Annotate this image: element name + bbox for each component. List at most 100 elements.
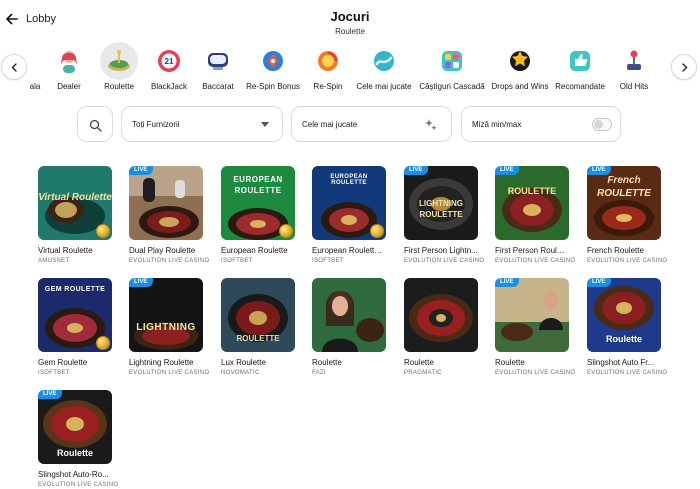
game-provider: EVOLUTION LIVE CASINO — [129, 370, 210, 376]
live-badge: LIVE — [129, 278, 154, 287]
game-tile[interactable]: Roulette FAZI — [312, 278, 386, 376]
game-provider: EVOLUTION LIVE CASINO — [587, 370, 668, 376]
game-name: Roulette — [495, 358, 525, 367]
category-item-roulette[interactable]: Roulette — [99, 42, 139, 91]
top-header: Lobby Jocuri Roulette — [0, 0, 700, 42]
game-provider: ISOFTBET — [221, 258, 253, 264]
game-tile[interactable]: French ROULETTE LIVE French Roulette EVO… — [587, 166, 667, 264]
game-provider: EVOLUTION LIVE CASINO — [38, 482, 119, 488]
caret-down-icon — [261, 122, 269, 127]
category-label: Roulette — [104, 82, 134, 91]
game-name: Roulette — [404, 358, 434, 367]
category-label: ala — [29, 82, 41, 91]
game-tile[interactable]: LIGHTNING LIVE Lightning Roulette EVOLUT… — [129, 278, 210, 376]
category-label: Recomandate — [555, 82, 605, 91]
game-thumbnail: LIGHTNING ROULETTE LIVE — [404, 166, 478, 240]
game-thumbnail: Roulette LIVE — [38, 390, 112, 464]
old-hits-icon — [615, 42, 653, 80]
thumbnail-title: LIGHTNING ROULETTE — [419, 199, 463, 219]
game-thumbnail: ROULETTE LIVE — [495, 166, 569, 240]
respin-icon — [309, 42, 347, 80]
game-thumbnail: GEM ROULETTE — [38, 278, 112, 352]
stake-toggle[interactable] — [592, 118, 612, 131]
thumbnail-title: Roulette — [606, 334, 642, 344]
thumbnail-title: EUROPEAN ROULETTE — [233, 175, 283, 195]
category-item-baccarat[interactable]: Baccarat — [199, 42, 237, 91]
game-provider: EVOLUTION LIVE CASINO — [495, 370, 576, 376]
thumbnail-title: French ROULETTE — [597, 175, 651, 199]
sort-select[interactable]: Cele mai jucate — [291, 106, 452, 142]
page-title: Jocuri — [330, 9, 370, 24]
game-name: Roulette — [312, 358, 342, 367]
category-item-respin[interactable]: Re-Spin — [310, 42, 346, 91]
roulette-icon — [100, 42, 138, 80]
game-thumbnail: LIVE — [129, 166, 203, 240]
thumbnail-title: GEM ROULETTE — [44, 286, 106, 293]
thumbnail-title: Virtual Roulette — [38, 192, 112, 203]
game-tile[interactable]: Roulette LIVE Slingshot Auto Fr... EVOLU… — [587, 278, 668, 376]
game-provider: EVOLUTION LIVE CASINO — [129, 258, 210, 264]
game-thumbnail: ROULETTE — [221, 278, 295, 352]
game-thumbnail: Virtual Roulette — [38, 166, 112, 240]
game-thumbnail: LIVE — [495, 278, 569, 352]
stake-label: Miză min/max — [472, 120, 522, 129]
category-item-respin-bonus[interactable]: Re-Spin Bonus — [246, 42, 300, 91]
game-tile[interactable]: EUROPEAN ROULETTE European Roulette ISOF… — [221, 166, 295, 264]
game-thumbnail: EUROPEAN ROULETTE — [312, 166, 386, 240]
categories-next-button[interactable] — [671, 54, 697, 80]
game-name: First Person Lightn... — [404, 246, 478, 255]
game-tile[interactable]: Roulette LIVE Slingshot Auto-Ro... EVOLU… — [38, 390, 119, 488]
game-tile[interactable]: ROULETTE LIVE First Person Roulet... EVO… — [495, 166, 576, 264]
game-name: Lightning Roulette — [129, 358, 194, 367]
game-name: Slingshot Auto Fr... — [587, 358, 655, 367]
game-tile[interactable]: Roulette PRAGMATIC — [404, 278, 478, 376]
category-item-blackjack[interactable]: 21 BlackJack — [150, 42, 188, 91]
category-label: Re-Spin Bonus — [246, 82, 300, 91]
game-name: Gem Roulette — [38, 358, 88, 367]
coin-icon — [279, 224, 293, 238]
category-label: Dealer — [57, 82, 81, 91]
game-provider: NOVOMATIC — [221, 370, 260, 376]
game-tile[interactable]: LIGHTNING ROULETTE LIVE First Person Lig… — [404, 166, 485, 264]
search-button[interactable] — [77, 106, 113, 142]
baccarat-icon — [199, 42, 237, 80]
page-subtitle: Roulette — [335, 27, 365, 36]
category-item-old-hits[interactable]: Old Hits — [616, 42, 652, 91]
game-provider: EVOLUTION LIVE CASINO — [404, 258, 485, 264]
game-name: Lux Roulette — [221, 358, 266, 367]
game-tile[interactable]: GEM ROULETTE Gem Roulette ISOFTBET — [38, 278, 112, 376]
category-item-cascade-wins[interactable]: Câștiguri Cascadă — [419, 42, 485, 91]
category-label: Drops and Wins — [491, 82, 549, 91]
game-name: Slingshot Auto-Ro... — [38, 470, 109, 479]
game-thumbnail — [312, 278, 386, 352]
category-item-recommended[interactable]: Recomandate — [555, 42, 605, 91]
game-tile[interactable]: ROULETTE Lux Roulette NOVOMATIC — [221, 278, 295, 376]
category-item-most-played[interactable]: Cele mai jucate — [355, 42, 413, 91]
game-tile[interactable]: LIVE Roulette EVOLUTION LIVE CASINO — [495, 278, 576, 376]
recommended-icon — [561, 42, 599, 80]
game-tile[interactable]: Virtual Roulette Virtual Roulette AMUSNE… — [38, 166, 112, 264]
game-tile[interactable]: LIVE Dual Play Roulette EVOLUTION LIVE C… — [129, 166, 210, 264]
thumbnail-title: EUROPEAN ROULETTE — [330, 174, 368, 186]
category-item-dealer[interactable]: Dealer — [50, 42, 88, 91]
live-badge: LIVE — [495, 278, 520, 287]
category-label: Old Hits — [619, 82, 649, 91]
live-badge: LIVE — [587, 278, 612, 287]
live-badge: LIVE — [129, 166, 154, 175]
category-item-drops-and-wins[interactable]: Drops and Wins — [490, 42, 550, 91]
game-provider: EVOLUTION LIVE CASINO — [495, 258, 576, 264]
game-tile[interactable]: EUROPEAN ROULETTE European Roulette ... … — [312, 166, 386, 264]
respin-bonus-icon — [254, 42, 292, 80]
categories-prev-button[interactable] — [1, 54, 27, 80]
coin-icon — [96, 224, 110, 238]
svg-text:21: 21 — [165, 57, 174, 66]
thumbnail-title: Roulette — [57, 448, 93, 458]
category-label: BlackJack — [150, 82, 187, 91]
sort-sparkle-icon — [425, 119, 437, 131]
provider-select-value: Toți Furnizorii — [132, 120, 180, 129]
provider-select[interactable]: Toți Furnizorii — [121, 106, 283, 142]
live-badge: LIVE — [38, 390, 63, 399]
game-provider: AMUSNET — [38, 258, 70, 264]
chevron-right-icon — [681, 62, 687, 72]
game-thumbnail: LIGHTNING LIVE — [129, 278, 203, 352]
